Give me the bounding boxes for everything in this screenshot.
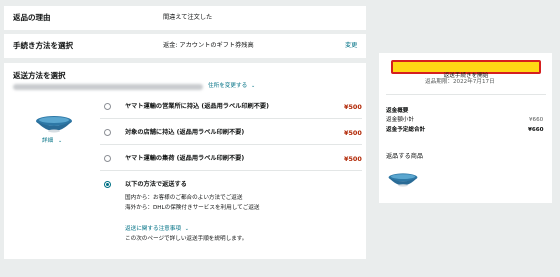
procedure-value: 返金: アカウントのギフト券残高: [163, 42, 254, 49]
return-reason-heading: 返品の理由: [13, 13, 51, 22]
shipping-option-radio-2[interactable]: [104, 129, 111, 136]
shipping-option-price-1: ¥500: [344, 103, 362, 111]
shipping-option-price-2: ¥500: [344, 129, 362, 137]
shipping-method-card: 返送方法を選択 住所を変更する ⌄ 詳細 ⌄ ヤマト運輸の営業所に持込 (返品用…: [4, 63, 366, 259]
chevron-down-icon: ⌄: [250, 83, 256, 89]
return-reason-value: 間違えて注文した: [163, 14, 213, 21]
option-divider: [100, 118, 362, 119]
option-divider: [100, 170, 362, 171]
refund-total-value: ¥660: [528, 127, 544, 133]
refund-total-label: 返金予定総合計: [386, 127, 426, 133]
change-address-label: 住所を変更する: [208, 83, 248, 89]
change-address-link[interactable]: 住所を変更する ⌄: [208, 83, 256, 90]
self-ship-overseas: 海外から：DHLの保険付きサービスを利用してご返送: [125, 205, 260, 211]
shipping-option-label-4[interactable]: 以下の方法で返送する: [125, 181, 187, 188]
chevron-down-icon: ⌄: [184, 226, 189, 232]
product-bowl-image: [36, 116, 72, 133]
item-details-link[interactable]: 詳細 ⌄: [42, 138, 63, 145]
chevron-down-icon: ⌄: [57, 138, 63, 144]
shipping-option-radio-1[interactable]: [104, 103, 111, 110]
shipping-option-radio-4[interactable]: [104, 181, 111, 188]
refund-subtotal-value: ¥660: [529, 117, 544, 123]
return-notes-label: 返送に関する注意事項: [125, 226, 181, 232]
procedure-card: 手続き方法を選択 返金: アカウントのギフト券残高 変更: [4, 34, 366, 58]
procedure-heading: 手続き方法を選択: [13, 41, 73, 50]
shipping-method-heading: 返送方法を選択: [13, 71, 66, 80]
shipping-option-radio-3[interactable]: [104, 155, 111, 162]
refund-summary-heading: 返金概要: [386, 108, 409, 114]
return-notes-description: この次のページで詳しい返送手順を説明します。: [125, 236, 248, 242]
refund-subtotal-label: 返金額小計: [386, 117, 414, 123]
items-to-return-heading: 返品する商品: [386, 153, 424, 160]
return-summary-card: 返送手続きを開始 返品期限：2022年7月17日 返金概要 返金額小計 ¥660…: [379, 53, 552, 203]
shipping-option-price-3: ¥500: [344, 155, 362, 163]
procedure-change-link[interactable]: 変更: [345, 42, 357, 49]
start-return-button[interactable]: 返送手続きを開始: [391, 60, 541, 79]
shipping-option-label-2[interactable]: 対象の店舗に持込 (返品用ラベル印刷不要): [125, 129, 244, 136]
returned-item-bowl-image: [388, 173, 418, 187]
self-ship-domestic: 国内から：お客様のご都合のよい方法でご返送: [125, 195, 243, 201]
blurred-address: [13, 84, 203, 90]
return-deadline: 返品期限：2022年7月17日: [425, 79, 495, 85]
shipping-option-label-3[interactable]: ヤマト運輸の集荷 (返品用ラベル印刷不要): [125, 155, 244, 162]
shipping-option-label-1[interactable]: ヤマト運輸の営業所に持込 (返品用ラベル印刷不要): [125, 103, 269, 110]
return-notes-link[interactable]: 返送に関する注意事項 ⌄: [125, 226, 189, 233]
option-divider: [100, 144, 362, 145]
item-details-label: 詳細: [42, 138, 54, 144]
return-reason-card: 返品の理由 間違えて注文した: [4, 6, 366, 30]
summary-divider: [386, 94, 546, 95]
